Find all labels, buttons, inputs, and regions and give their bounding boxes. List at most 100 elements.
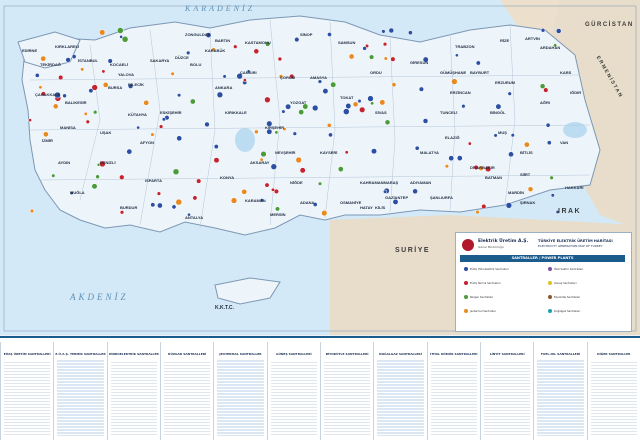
power-plant-marker bbox=[213, 144, 219, 150]
city-label: GİRESUN bbox=[410, 60, 429, 65]
power-plant-marker bbox=[510, 133, 515, 138]
legend-item: Doğalgaz Santralleri bbox=[548, 309, 580, 313]
power-plant-marker bbox=[362, 46, 367, 51]
plant-table-rows bbox=[537, 360, 584, 436]
power-plant-marker bbox=[543, 87, 549, 93]
power-plant-marker bbox=[408, 30, 413, 36]
legend-item-label: Rüzgar Santralleri bbox=[470, 296, 494, 299]
power-plant-marker bbox=[71, 54, 77, 59]
power-plant-marker bbox=[379, 99, 386, 106]
power-plant-marker bbox=[455, 53, 459, 58]
plant-table-heading: BİYOKÜTLE SANTRALLERİ bbox=[325, 352, 369, 356]
power-plant-marker bbox=[330, 81, 337, 88]
city-label: ŞANLIURFA bbox=[430, 195, 453, 200]
plant-table-heading: E.Ü.A.Ş. TERMİK SANTRALLER bbox=[55, 352, 106, 356]
legend-swatch bbox=[548, 281, 552, 285]
power-plant-marker bbox=[388, 27, 395, 34]
power-plant-marker bbox=[281, 109, 286, 114]
plant-table-heading: HİDROELEKTRİK SANTRALLER bbox=[108, 352, 159, 356]
plant-table-heading: GÜNEŞ SANTRALLERİ bbox=[276, 352, 312, 356]
city-label: DENİZLİ bbox=[100, 160, 116, 165]
legend-swatch bbox=[464, 281, 468, 285]
city-label: KARAMAN bbox=[245, 198, 266, 203]
power-plant-marker bbox=[271, 187, 275, 192]
power-plant-marker bbox=[58, 74, 64, 81]
legend-swatch bbox=[548, 295, 552, 299]
power-plant-marker bbox=[91, 84, 98, 91]
company-name: Elektrik Üretim A.Ş. bbox=[478, 239, 529, 244]
power-plant-marker bbox=[370, 101, 375, 106]
country-label-iraq: IRAK bbox=[558, 208, 582, 215]
lake-van bbox=[563, 122, 587, 138]
legend-item-label: Doğalgaz Santralleri bbox=[554, 310, 581, 313]
power-plant-marker bbox=[390, 56, 396, 62]
legend-box: Elektrik Üretim A.Ş. Genel Müdürlüğü TÜR… bbox=[455, 232, 632, 332]
map-sheet: KARADENİZ AKDENİZ GÜRCİSTAN ERMENİSTAN S… bbox=[0, 0, 640, 444]
city-label: IĞDIR bbox=[570, 90, 582, 95]
power-plant-marker bbox=[119, 210, 125, 215]
city-label: KOCAELİ bbox=[110, 62, 128, 67]
power-plant-marker bbox=[83, 111, 88, 116]
city-label: KİLİS bbox=[375, 205, 386, 210]
legend-swatch bbox=[464, 295, 468, 299]
plant-table-rows bbox=[270, 360, 317, 436]
power-plant-marker bbox=[299, 167, 306, 174]
power-plant-marker bbox=[172, 168, 180, 176]
city-label: NEVŞEHİR bbox=[275, 150, 296, 155]
power-plant-marker bbox=[176, 135, 183, 142]
power-plant-marker bbox=[119, 174, 125, 180]
city-label: KARABÜK bbox=[205, 48, 226, 53]
city-label: İZMİR bbox=[42, 138, 53, 143]
power-plant-marker bbox=[549, 175, 554, 180]
power-plant-marker bbox=[177, 93, 182, 98]
city-label: TUNCELİ bbox=[440, 110, 458, 115]
power-plant-marker bbox=[352, 101, 359, 108]
city-label: MARDİN bbox=[508, 190, 524, 195]
city-label: BALIKESİR bbox=[65, 100, 87, 105]
power-plant-marker bbox=[241, 188, 248, 195]
power-plant-marker bbox=[93, 110, 98, 115]
power-plant-marker bbox=[348, 53, 355, 60]
city-label: KASTAMONU bbox=[245, 40, 271, 45]
power-plant-marker bbox=[171, 204, 177, 210]
power-plant-marker bbox=[62, 93, 67, 99]
legend-section-header: SANTRALLER / POWER PLANTS bbox=[460, 255, 625, 262]
power-plant-marker bbox=[418, 86, 424, 92]
power-plant-marker bbox=[317, 79, 323, 84]
power-plant-marker bbox=[264, 182, 270, 188]
power-plant-marker bbox=[344, 150, 349, 155]
power-plant-marker bbox=[343, 108, 350, 115]
legend-item-label: Özel Sektör Santralleri bbox=[554, 268, 584, 271]
power-plant-marker bbox=[216, 91, 224, 98]
plant-table-panel: JEOTERMAL SANTRALLER bbox=[213, 342, 266, 440]
power-plant-marker bbox=[527, 186, 534, 192]
city-label: SİVAS bbox=[375, 110, 387, 115]
power-plant-marker bbox=[34, 73, 40, 78]
power-plant-marker bbox=[222, 74, 227, 79]
power-plant-marker bbox=[91, 183, 98, 190]
power-plant-marker bbox=[150, 202, 156, 208]
city-label: GAZİANTEP bbox=[385, 195, 409, 200]
city-label: MALATYA bbox=[420, 150, 439, 155]
power-plant-marker bbox=[156, 191, 162, 196]
power-plant-marker bbox=[540, 28, 546, 33]
power-plant-marker bbox=[274, 130, 279, 135]
map-subtitle: ELECTRICITY GENERATION MAP OF TURKEY bbox=[538, 244, 603, 248]
plant-table-heading: RÜZGAR SANTRALLERİ bbox=[168, 352, 207, 356]
legend-item: Rüzgar Santralleri bbox=[464, 295, 493, 299]
power-plant-marker bbox=[40, 55, 47, 62]
power-plant-marker bbox=[170, 71, 175, 76]
plant-table-heading: DOĞALGAZ SANTRALLERİ bbox=[379, 352, 422, 356]
power-plant-marker bbox=[546, 140, 552, 146]
city-label: VAN bbox=[560, 140, 569, 145]
power-plant-marker bbox=[196, 178, 202, 184]
plant-table-panel: RÜZGAR SANTRALLERİ bbox=[160, 342, 213, 440]
city-label: YOZGAT bbox=[290, 100, 307, 105]
power-plant-marker bbox=[444, 164, 449, 169]
plant-table-heading: EÜAŞ ÜRETİM SANTRALLERİ bbox=[3, 352, 51, 356]
power-plant-marker bbox=[65, 57, 71, 63]
power-plant-marker bbox=[328, 132, 333, 138]
city-label: ANKARA bbox=[215, 85, 233, 90]
city-label: AFYON bbox=[140, 140, 154, 145]
city-label: MERSİN bbox=[270, 212, 286, 217]
